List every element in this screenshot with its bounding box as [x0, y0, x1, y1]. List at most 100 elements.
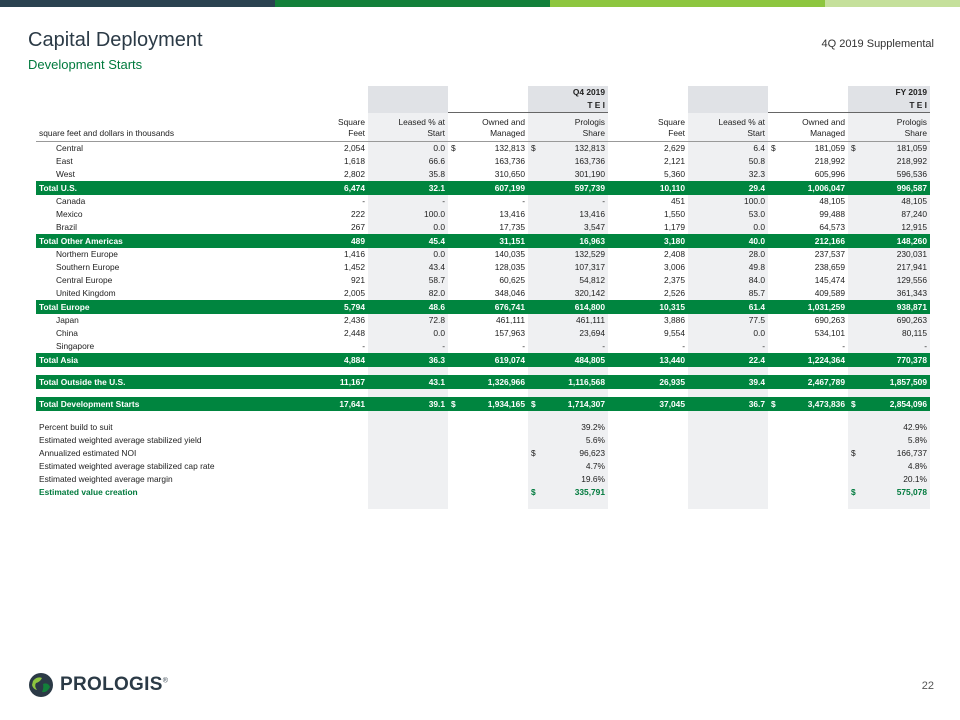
metric-value	[288, 460, 368, 473]
period-header-cell: FY 2019	[848, 86, 930, 99]
spacer-row	[36, 411, 930, 421]
table-row: United Kingdom 2,005 82.0 348,046 320,142 2,5…	[36, 287, 930, 300]
metric-value	[608, 486, 688, 499]
metric-value: 39.2%	[528, 421, 608, 434]
spacer	[848, 499, 930, 509]
value-cell: -	[522, 341, 525, 351]
row-label: Mexico	[56, 209, 83, 219]
value-cell: 2,121	[664, 156, 685, 166]
top-color-bar	[0, 0, 960, 7]
spacer	[288, 411, 368, 421]
value-cell: 1,452	[344, 262, 365, 272]
total-outside-row: Total Outside the U.S. 11,167 43.1 1,326,96…	[36, 375, 930, 389]
value-cell: 100.0	[368, 208, 448, 221]
value-cell: 58.7	[368, 274, 448, 287]
value-cell: 26,935	[608, 375, 688, 389]
table-row: Canada - - - -451 100.0 48,105 48,105	[36, 195, 930, 208]
spacer	[368, 389, 448, 397]
value-cell: 6,474	[288, 181, 368, 195]
row-label: Canada	[56, 196, 86, 206]
table-row: Central 2,054 0.0 $132,813 $132,813 2,629 6.4 $…	[36, 141, 930, 155]
spacer-row	[36, 499, 930, 509]
value-cell: 1,618	[344, 156, 365, 166]
value-cell: 6.4	[688, 141, 768, 155]
bar-segment-light-green	[825, 0, 960, 7]
table-row: China 2,448 0.0 157,963 23,694 9,554 0.0 534,10…	[36, 327, 930, 340]
spacer	[288, 499, 368, 509]
header-blank	[36, 86, 288, 99]
metric-value	[608, 473, 688, 486]
spacer	[848, 411, 930, 421]
total-row: Total Europe 5,794 48.6 676,741 614,800 10,31…	[36, 300, 930, 314]
value-cell: -	[362, 341, 365, 351]
value-cell: 2,436	[344, 315, 365, 325]
value-cell: 461,111	[495, 315, 525, 325]
value-cell: 3,547	[528, 221, 608, 234]
spacer	[528, 367, 608, 375]
value-cell: 1,116,568	[528, 375, 608, 389]
metric-value: 19.6%	[528, 473, 608, 486]
spacer	[368, 367, 448, 375]
row-label: Brazil	[56, 222, 77, 232]
value-cell: 28.0	[688, 248, 768, 261]
period-header-cell	[288, 86, 368, 99]
dollar-sign: $	[851, 398, 856, 409]
spacer	[768, 367, 848, 375]
row-label: Total Development Starts	[36, 397, 288, 411]
value-cell: $1,714,307	[528, 397, 608, 411]
row-label: United Kingdom	[56, 288, 116, 298]
metric-label: Percent build to suit	[39, 422, 113, 432]
metric-value	[768, 473, 848, 486]
metric-label: Estimated weighted average margin	[39, 474, 173, 484]
value-cell: -	[528, 195, 608, 208]
value-cell: 35.8	[368, 168, 448, 181]
metric-value	[688, 434, 768, 447]
dollar-sign: $	[531, 487, 536, 497]
column-header-owned: Owned and Managed	[448, 112, 528, 142]
value-cell: 107,317	[528, 261, 608, 274]
supplemental-label: 4Q 2019 Supplemental	[821, 38, 934, 50]
value-cell: 597,739	[528, 181, 608, 195]
value-cell: 54,812	[528, 274, 608, 287]
spacer	[688, 411, 768, 421]
row-label: Total Asia	[36, 353, 288, 367]
metric-value	[288, 421, 368, 434]
period-header-cell	[608, 86, 688, 99]
value-cell: 29.4	[688, 181, 768, 195]
spacer	[848, 367, 930, 375]
value-cell: 996,587	[848, 181, 930, 195]
value-cell: $132,813	[451, 143, 525, 153]
metric-value	[288, 473, 368, 486]
unit-label: square feet and dollars in thousands	[36, 112, 288, 142]
dollar-sign: $	[771, 398, 776, 409]
value-cell: 100.0	[688, 195, 768, 208]
column-header-sqft: Square Feet	[608, 112, 688, 142]
value-cell: 61.4	[688, 300, 768, 314]
table-row: Singapore - - - - - - - -	[36, 340, 930, 353]
value-cell: 48,105	[848, 195, 930, 208]
row-label: Southern Europe	[56, 262, 120, 272]
metric-value: 4.7%	[528, 460, 608, 473]
metric-value: $575,078	[848, 486, 930, 499]
value-cell: 348,046	[494, 288, 525, 298]
value-cell: 53.0	[688, 208, 768, 221]
value-cell: 22.4	[688, 353, 768, 367]
value-cell: 163,736	[494, 156, 525, 166]
row-label: Total Outside the U.S.	[36, 375, 288, 389]
value-cell: 1,224,364	[768, 353, 848, 367]
value-cell: 163,736	[528, 155, 608, 168]
value-cell: 66.6	[368, 155, 448, 168]
metric-value	[368, 421, 448, 434]
value-cell: 230,031	[848, 248, 930, 261]
spacer	[528, 389, 608, 397]
total-row: Total Other Americas 489 45.4 31,151 16,963 3…	[36, 234, 930, 248]
value-cell: 87,240	[848, 208, 930, 221]
page-number: 22	[921, 680, 934, 692]
value-cell: 0.0	[368, 248, 448, 261]
value-cell: 301,190	[528, 168, 608, 181]
metric-value	[368, 460, 448, 473]
spacer	[688, 367, 768, 375]
value-cell: 0.0	[688, 221, 768, 234]
value-cell: 2,629	[664, 143, 685, 153]
value-cell: 0.0	[368, 327, 448, 340]
